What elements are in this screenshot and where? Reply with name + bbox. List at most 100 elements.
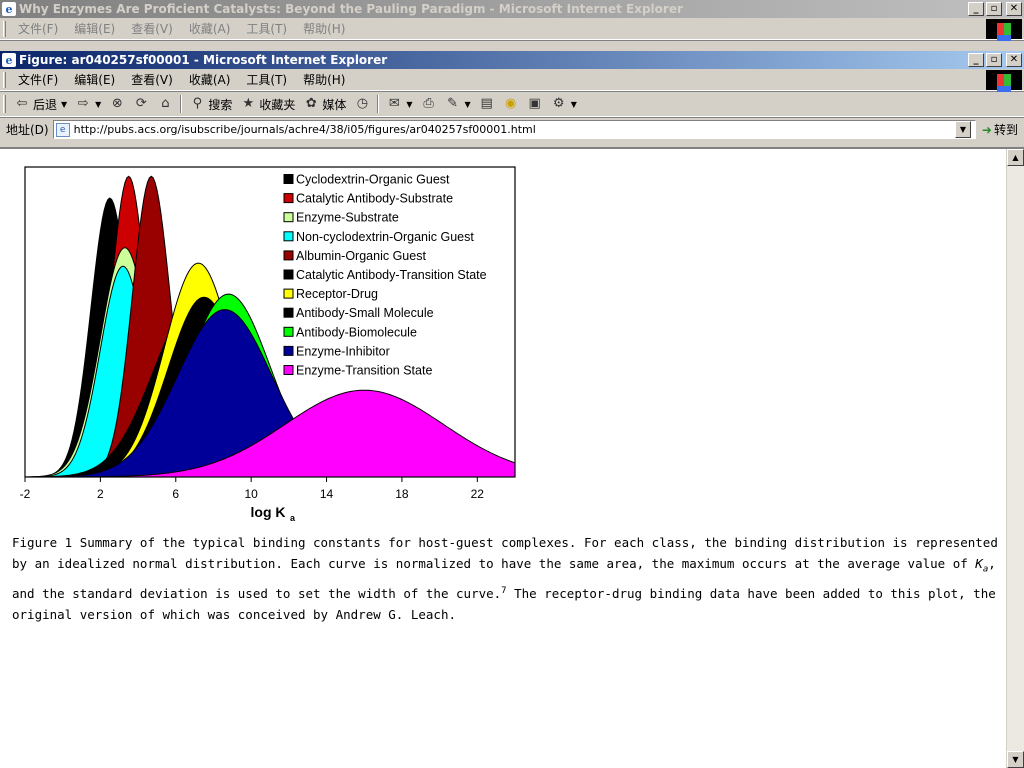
toolbar-separator — [377, 95, 380, 113]
legend-swatch — [283, 193, 294, 204]
menu-favorites[interactable]: 收藏(A) — [181, 71, 239, 88]
edit-button[interactable]: ✎ ▼ — [441, 93, 475, 115]
window-title: Figure: ar040257sf00001 - Microsoft Inte… — [19, 53, 388, 67]
mail-icon: ✉ — [388, 96, 400, 111]
search-icon: ⚲ — [192, 96, 203, 111]
x-tick-label: 18 — [395, 487, 409, 501]
vertical-scrollbar[interactable]: ▲ ▼ — [1006, 149, 1024, 768]
favorites-button[interactable]: ★ 收藏夹 — [236, 93, 299, 115]
x-tick-label: 22 — [471, 487, 485, 501]
legend-label: Enzyme-Transition State — [296, 364, 432, 378]
close-button[interactable]: ✕ — [1006, 2, 1022, 16]
tools-button[interactable]: ⚙ ▼ — [547, 93, 581, 115]
history-button[interactable]: ◷ — [350, 93, 374, 115]
figure-caption: Figure 1 Summary of the typical binding … — [12, 532, 1002, 625]
stop-button[interactable]: ⊗ — [105, 93, 129, 115]
tools-dropdown-icon[interactable]: ▼ — [571, 100, 577, 109]
scroll-down-button[interactable]: ▼ — [1007, 751, 1024, 768]
messenger-button[interactable]: ◉ — [499, 93, 523, 115]
active-window: e Figure: ar040257sf00001 - Microsoft In… — [0, 51, 1024, 141]
background-menubar: 文件(F) 编辑(E) 查看(V) 收藏(A) 工具(T) 帮助(H) — [0, 18, 1024, 40]
address-input[interactable] — [73, 123, 955, 136]
chart-svg: -2 2 6 10 14 18 22 log K a Cyclodextrin-Organic G… — [20, 166, 516, 523]
home-button[interactable]: ⌂ — [153, 93, 177, 115]
forward-dropdown-icon[interactable]: ▼ — [95, 100, 101, 109]
windows-logo-icon — [986, 70, 1022, 90]
caption-part1: Figure 1 Summary of the typical binding … — [12, 535, 998, 571]
mail-dropdown-icon[interactable]: ▼ — [406, 100, 412, 109]
x-axis-label: log K — [251, 504, 286, 520]
menu-view[interactable]: 查看(V) — [123, 71, 181, 88]
legend-label: Catalytic Antibody-Substrate — [296, 192, 453, 206]
scroll-up-button[interactable]: ▲ — [1007, 149, 1024, 166]
toolbar-grip — [3, 95, 6, 113]
minimize-button[interactable]: _ — [968, 53, 984, 67]
mail-button[interactable]: ✉ ▼ — [382, 93, 416, 115]
legend-label: Antibody-Biomolecule — [296, 325, 417, 339]
legend-label: Albumin-Organic Guest — [296, 249, 426, 263]
refresh-icon: ⟳ — [135, 96, 147, 111]
maximize-button[interactable]: ▫ — [986, 53, 1002, 67]
back-button[interactable]: ⇦ 后退 ▼ — [10, 93, 71, 115]
close-button[interactable]: ✕ — [1006, 53, 1022, 67]
caption-ka: Ka — [975, 556, 988, 575]
bg-menu-tools[interactable]: 工具(T) — [238, 20, 295, 37]
x-tick-label: 6 — [172, 487, 179, 501]
legend-swatch — [283, 288, 294, 299]
maximize-button[interactable]: ▫ — [986, 2, 1002, 16]
menubar-grip — [3, 20, 6, 37]
windows-logo-icon — [986, 19, 1022, 39]
legend-swatch — [283, 326, 294, 337]
home-icon: ⌂ — [161, 96, 170, 111]
discuss-button[interactable]: ▤ — [475, 93, 499, 115]
bg-menu-view[interactable]: 查看(V) — [123, 20, 181, 37]
legend-swatch — [283, 269, 294, 280]
forward-arrow-icon: ⇨ — [77, 96, 89, 111]
minimize-button[interactable]: _ — [968, 2, 984, 16]
messenger-icon: ◉ — [505, 96, 517, 111]
go-arrow-icon: ➜ — [981, 122, 992, 137]
legend-label: Cyclodextrin-Organic Guest — [296, 173, 450, 187]
discuss-icon: ▤ — [480, 96, 493, 111]
bg-menu-file[interactable]: 文件(F) — [10, 20, 66, 37]
back-dropdown-icon[interactable]: ▼ — [61, 100, 67, 109]
search-label: 搜索 — [208, 97, 233, 112]
legend-label: Receptor-Drug — [296, 287, 378, 301]
menu-file[interactable]: 文件(F) — [10, 71, 66, 88]
title-bar[interactable]: e Figure: ar040257sf00001 - Microsoft In… — [0, 51, 1024, 69]
bg-menu-help[interactable]: 帮助(H) — [295, 20, 353, 37]
bg-menu-favorites[interactable]: 收藏(A) — [181, 20, 239, 37]
tools-icon: ⚙ — [552, 96, 565, 111]
background-title-bar[interactable]: e Why Enzymes Are Proficient Catalysts: … — [0, 0, 1024, 18]
menu-edit[interactable]: 编辑(E) — [66, 71, 123, 88]
legend-swatch — [283, 250, 294, 261]
back-label: 后退 — [33, 97, 58, 112]
forward-button[interactable]: ⇨ ▼ — [71, 93, 105, 115]
legend-swatch — [283, 345, 294, 356]
print-button[interactable]: ⎙ — [417, 93, 441, 115]
caption-ka-main: K — [975, 556, 983, 571]
research-button[interactable]: ▣ — [523, 93, 547, 115]
x-tick-label: 14 — [320, 487, 334, 501]
address-box[interactable]: e ▼ — [52, 120, 976, 139]
figure-chart: -2 2 6 10 14 18 22 log K a Cyclodextrin-Organic G… — [10, 161, 520, 531]
media-button[interactable]: ✿ 媒体 — [299, 93, 350, 115]
menu-help[interactable]: 帮助(H) — [295, 71, 353, 88]
page-content: -2 2 6 10 14 18 22 log K a Cyclodextrin-Organic G… — [0, 147, 1024, 768]
legend-label: Enzyme-Inhibitor — [296, 344, 390, 358]
back-arrow-icon: ⇦ — [16, 96, 28, 111]
address-dropdown-icon[interactable]: ▼ — [954, 121, 971, 138]
bg-menu-edit[interactable]: 编辑(E) — [66, 20, 123, 37]
menu-tools[interactable]: 工具(T) — [238, 71, 295, 88]
x-tick-label: -2 — [20, 487, 31, 501]
history-icon: ◷ — [356, 96, 369, 111]
refresh-button[interactable]: ⟳ — [129, 93, 153, 115]
print-icon: ⎙ — [423, 96, 434, 111]
search-button[interactable]: ⚲ 搜索 — [185, 93, 236, 115]
edit-dropdown-icon[interactable]: ▼ — [465, 100, 471, 109]
ie-icon: e — [2, 53, 16, 67]
go-button[interactable]: ➜ 转到 — [976, 121, 1024, 138]
page-icon: e — [55, 122, 70, 137]
research-icon: ▣ — [528, 96, 541, 111]
legend-swatch — [283, 174, 294, 184]
